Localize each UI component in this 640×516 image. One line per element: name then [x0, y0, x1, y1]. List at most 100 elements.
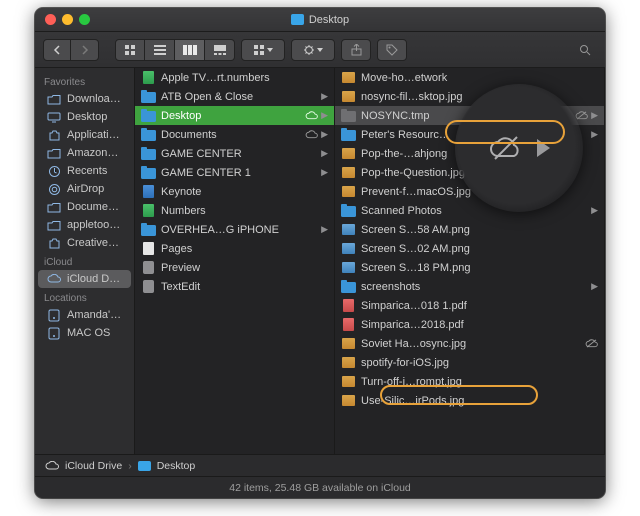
- sidebar-item[interactable]: Applicati…: [38, 126, 131, 144]
- image-icon: [342, 243, 355, 254]
- pdf-icon: [343, 318, 354, 331]
- file-row[interactable]: ATB Open & Close▶: [135, 87, 334, 106]
- sidebar-item-label: Applicati…: [67, 129, 120, 141]
- file-row[interactable]: TextEdit: [135, 277, 334, 296]
- file-row[interactable]: Screen S…58 AM.png: [335, 220, 604, 239]
- file-row[interactable]: Preview: [135, 258, 334, 277]
- file-row[interactable]: GAME CENTER▶: [135, 144, 334, 163]
- file-name: Pages: [161, 243, 323, 255]
- action-dropdown[interactable]: [291, 39, 335, 61]
- column-1[interactable]: Apple TV…rt.numbers ATB Open & Close▶Desk…: [135, 68, 335, 454]
- forward-button[interactable]: [71, 39, 99, 61]
- file-name: Screen S…18 PM.png: [361, 262, 593, 274]
- nosync-cloud-icon: [585, 339, 598, 348]
- tags-button[interactable]: [377, 39, 407, 61]
- chevron-right-icon: ▶: [321, 148, 328, 159]
- image-icon: [342, 186, 355, 197]
- sidebar-item[interactable]: Recents: [38, 162, 131, 180]
- sidebar-item[interactable]: appletoo…: [38, 216, 131, 234]
- file-row[interactable]: Soviet Ha…osync.jpg: [335, 334, 604, 353]
- sidebar-item[interactable]: MAC OS: [38, 324, 131, 342]
- file-name: OVERHEA…G iPHONE: [161, 224, 316, 236]
- arrange-dropdown[interactable]: [241, 39, 285, 61]
- sidebar-item[interactable]: Docume…: [38, 198, 131, 216]
- file-row[interactable]: Documents▶: [135, 125, 334, 144]
- folder-icon: [291, 14, 304, 25]
- file-name: Simparica…018 1.pdf: [361, 300, 593, 312]
- toolbar: [35, 32, 605, 68]
- pdf-icon: [343, 299, 354, 312]
- cloud-icon: [45, 461, 59, 471]
- file-row[interactable]: Numbers: [135, 201, 334, 220]
- cloud-icon: [47, 273, 61, 285]
- sidebar-item[interactable]: AirDrop: [38, 180, 131, 198]
- chevron-right-icon: ▶: [321, 224, 328, 235]
- file-row[interactable]: screenshots▶: [335, 277, 604, 296]
- file-name: spotify-for-iOS.jpg: [361, 357, 593, 369]
- file-row[interactable]: Turn-off-i…rompt.jpg: [335, 372, 604, 391]
- chevron-right-icon: ▶: [321, 110, 328, 121]
- column-view-button[interactable]: [175, 39, 205, 61]
- sidebar-item[interactable]: Desktop: [38, 108, 131, 126]
- sidebar-item[interactable]: iCloud D…: [38, 270, 131, 288]
- file-name: Screen S…58 AM.png: [361, 224, 593, 236]
- folder-icon: [341, 111, 356, 122]
- zoom-icon[interactable]: [79, 14, 90, 25]
- sidebar-item[interactable]: Amanda'…: [38, 306, 131, 324]
- chevron-right-icon: ▶: [591, 110, 598, 121]
- folder-icon: [47, 219, 61, 231]
- folder-icon: [341, 130, 356, 141]
- nav-group: [43, 39, 99, 61]
- path-segment[interactable]: Desktop: [157, 460, 196, 472]
- list-view-button[interactable]: [145, 39, 175, 61]
- back-button[interactable]: [43, 39, 71, 61]
- file-row[interactable]: Simparica…2018.pdf: [335, 315, 604, 334]
- file-row[interactable]: spotify-for-iOS.jpg: [335, 353, 604, 372]
- path-bar[interactable]: iCloud Drive › Desktop: [35, 454, 605, 476]
- gallery-view-button[interactable]: [205, 39, 235, 61]
- titlebar[interactable]: Desktop: [35, 8, 605, 32]
- file-row[interactable]: Screen S…02 AM.png: [335, 239, 604, 258]
- path-segment[interactable]: iCloud Drive: [65, 460, 122, 472]
- file-name: Preview: [161, 262, 323, 274]
- sidebar-item[interactable]: Creative…: [38, 234, 131, 252]
- file-name: Apple TV…rt.numbers: [161, 72, 323, 84]
- image-icon: [342, 395, 355, 406]
- cloud-icon: [305, 130, 318, 139]
- share-button[interactable]: [341, 39, 371, 61]
- close-icon[interactable]: [45, 14, 56, 25]
- file-name: Screen S…02 AM.png: [361, 243, 593, 255]
- sidebar-item-label: iCloud D…: [67, 273, 120, 285]
- keynote-icon: [143, 185, 154, 198]
- file-name: TextEdit: [161, 281, 323, 293]
- file-row[interactable]: Simparica…018 1.pdf: [335, 296, 604, 315]
- image-icon: [342, 148, 355, 159]
- file-row[interactable]: OVERHEA…G iPHONE ▶: [135, 220, 334, 239]
- file-row[interactable]: Scanned Photos▶: [335, 201, 604, 220]
- desktop-icon: [47, 111, 61, 123]
- file-name: Scanned Photos: [361, 205, 586, 217]
- icon-view-button[interactable]: [115, 39, 145, 61]
- file-row[interactable]: Use-Silic…irPods.jpg: [335, 391, 604, 410]
- image-icon: [342, 376, 355, 387]
- file-row[interactable]: Keynote: [135, 182, 334, 201]
- sidebar-item[interactable]: Downloa…: [38, 90, 131, 108]
- file-name: Turn-off-i…rompt.jpg: [361, 376, 593, 388]
- file-name: Numbers: [161, 205, 323, 217]
- file-row[interactable]: Screen S…18 PM.png: [335, 258, 604, 277]
- file-row[interactable]: Desktop▶: [135, 106, 334, 125]
- file-row[interactable]: Move-ho…etwork: [335, 68, 604, 87]
- image-icon: [342, 338, 355, 349]
- file-row[interactable]: Apple TV…rt.numbers: [135, 68, 334, 87]
- file-row[interactable]: Pages: [135, 239, 334, 258]
- file-row[interactable]: GAME CENTER 1▶: [135, 163, 334, 182]
- sidebar-header: Favorites: [35, 72, 134, 90]
- minimize-icon[interactable]: [62, 14, 73, 25]
- sidebar-item-label: Desktop: [67, 111, 107, 123]
- chevron-right-icon: ▶: [321, 91, 328, 102]
- document-icon: [143, 242, 154, 255]
- search-field[interactable]: [573, 44, 597, 56]
- sidebar-item[interactable]: Amazon…: [38, 144, 131, 162]
- window-title-text: Desktop: [309, 14, 349, 26]
- folder-icon: [47, 93, 61, 105]
